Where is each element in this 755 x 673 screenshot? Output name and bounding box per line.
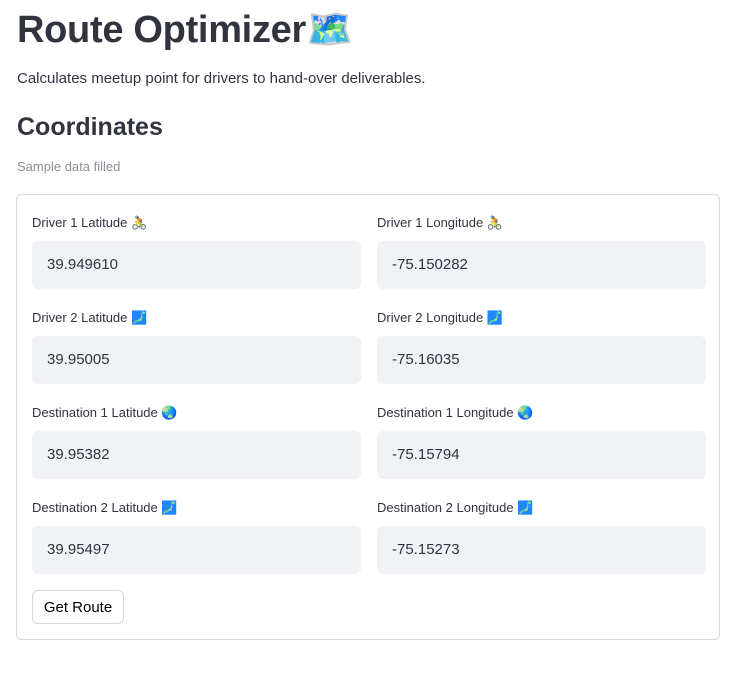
get-route-button[interactable]: Get Route	[32, 590, 124, 624]
emoji-icon: 🗾	[517, 500, 534, 515]
coordinates-form: Destination 2 Longitude 🗾 -75.15273 Desti…	[16, 194, 720, 640]
section-caption: Sample data filled	[17, 159, 121, 174]
destination-2-longitude-field: Destination 2 Longitude 🗾 -75.15273	[377, 498, 706, 574]
driver-1-latitude-input[interactable]: 39.949610	[32, 241, 361, 289]
destination-1-longitude-field: Destination 1 Longitude 🌏 -75.15794	[377, 403, 706, 479]
destination-1-longitude-input[interactable]: -75.15794	[377, 431, 706, 479]
destination-1-latitude-input[interactable]: 39.95382	[32, 431, 361, 479]
label-text: Driver 2 Latitude	[32, 310, 128, 325]
label-text: Destination 2 Latitude	[32, 500, 158, 515]
section-title: Coordinates	[17, 113, 163, 141]
field-label: Destination 2 Latitude 🗾	[32, 498, 361, 517]
title-text: Route Optimizer	[17, 9, 306, 51]
emoji-icon: 🗾	[161, 500, 178, 515]
page-subtitle: Calculates meetup point for drivers to h…	[17, 70, 426, 87]
field-label: Destination 1 Latitude 🌏	[32, 403, 361, 422]
destination-2-longitude-input[interactable]: -75.15273	[377, 526, 706, 574]
driver-1-longitude-field: Driver 1 Longitude 🚴 -75.150282	[377, 213, 706, 289]
driver-2-latitude-field: Driver 2 Latitude 🗾 39.95005	[32, 308, 361, 384]
label-text: Destination 2 Longitude	[377, 500, 514, 515]
field-label: Driver 2 Latitude 🗾	[32, 308, 361, 327]
driver-1-longitude-input[interactable]: -75.150282	[377, 241, 706, 289]
driver-2-longitude-field: Driver 2 Longitude 🗾 -75.16035	[377, 308, 706, 384]
destination-2-latitude-field: Destination 2 Latitude 🗾 39.95497	[32, 498, 361, 574]
label-text: Driver 1 Latitude	[32, 215, 128, 230]
page-title: Route Optimizer🗺️	[17, 8, 353, 52]
field-label: Destination 2 Longitude 🗾	[377, 498, 706, 517]
destination-2-latitude-input[interactable]: 39.95497	[32, 526, 361, 574]
destination-1-latitude-field: Destination 1 Latitude 🌏 39.95382	[32, 403, 361, 479]
label-text: Driver 1 Longitude	[377, 215, 484, 230]
label-text: Destination 1 Latitude	[32, 405, 158, 420]
world-map-icon: 🗺️	[305, 9, 353, 51]
label-text: Driver 2 Longitude	[377, 310, 484, 325]
field-label: Driver 1 Latitude 🚴	[32, 213, 361, 232]
emoji-icon: 🚴	[131, 215, 148, 230]
field-label: Destination 1 Longitude 🌏	[377, 403, 706, 422]
label-text: Destination 1 Longitude	[377, 405, 514, 420]
driver-2-longitude-input[interactable]: -75.16035	[377, 336, 706, 384]
emoji-icon: 🚴	[486, 215, 504, 230]
field-label: Driver 2 Longitude 🗾	[377, 308, 706, 327]
driver-1-latitude-field: Driver 1 Latitude 🚴 39.949610	[32, 213, 361, 289]
field-label: Driver 1 Longitude 🚴	[377, 213, 706, 232]
driver-2-latitude-input[interactable]: 39.95005	[32, 336, 361, 384]
emoji-icon: 🌏	[517, 405, 534, 420]
emoji-icon: 🗾	[131, 310, 148, 325]
emoji-icon: 🌏	[161, 405, 178, 420]
emoji-icon: 🗾	[486, 310, 504, 325]
